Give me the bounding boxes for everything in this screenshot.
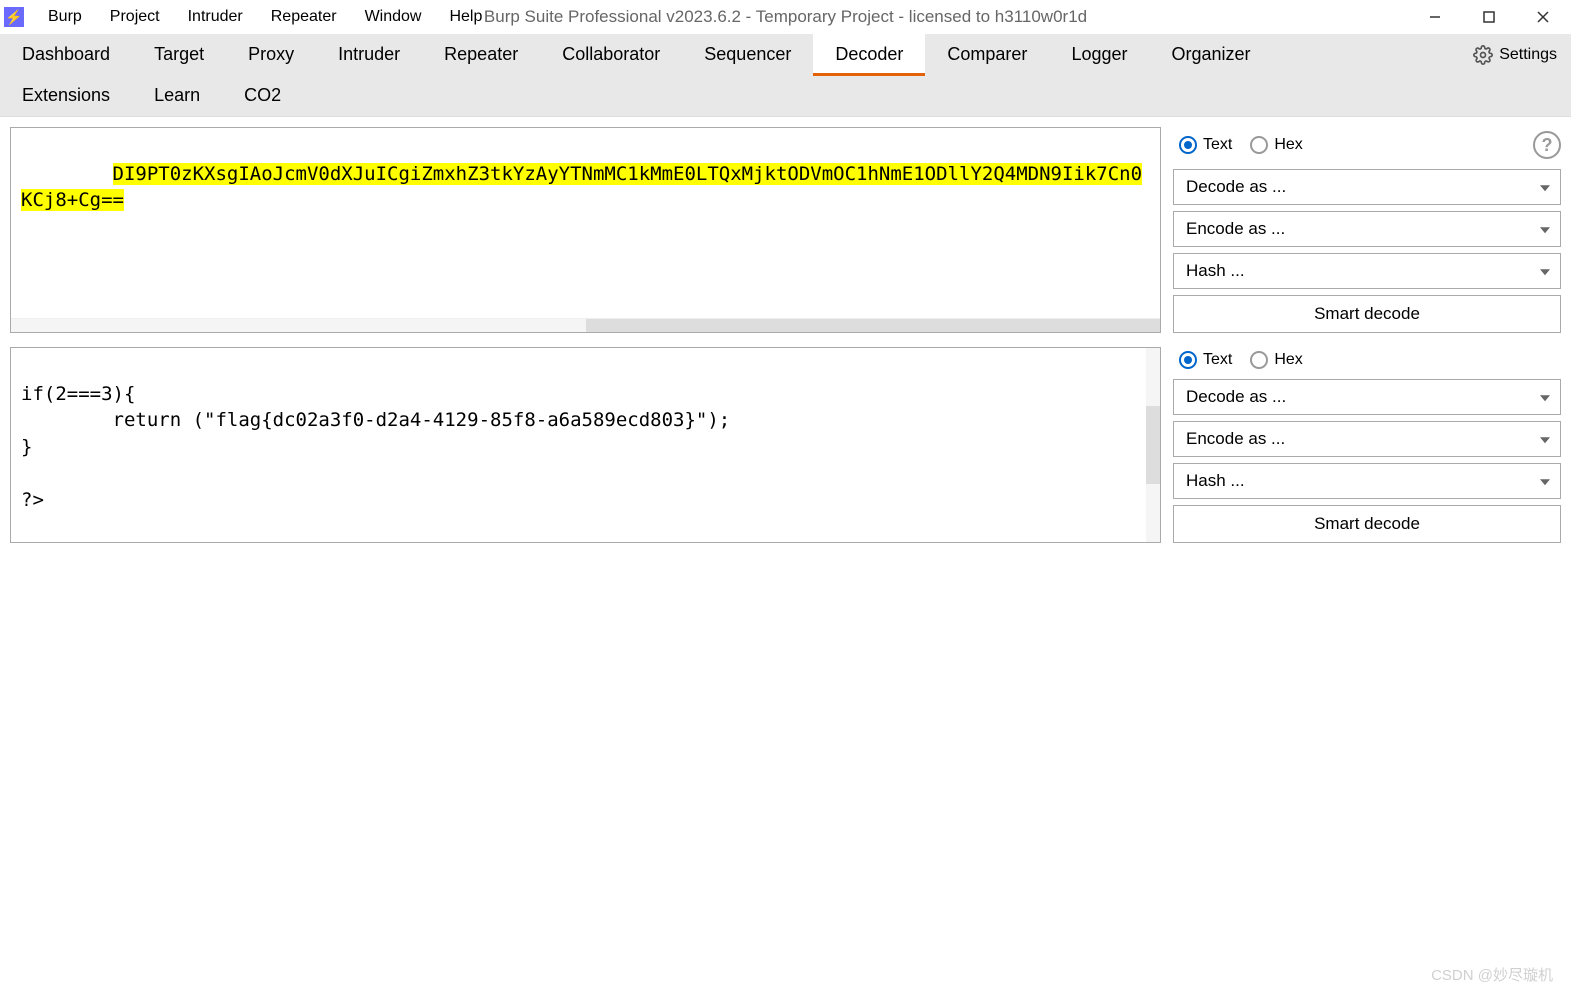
tab-comparer[interactable]: Comparer (925, 34, 1049, 75)
watermark: CSDN @妙尽璇机 (1431, 964, 1553, 985)
main-tabs: Dashboard Target Proxy Intruder Repeater… (0, 34, 1571, 117)
radio-dot-selected-icon (1179, 136, 1197, 154)
radio-dot-icon (1250, 136, 1268, 154)
tab-collaborator[interactable]: Collaborator (540, 34, 682, 75)
tab-logger[interactable]: Logger (1049, 34, 1149, 75)
window-controls (1421, 3, 1567, 31)
tab-settings[interactable]: Settings (1459, 35, 1571, 75)
decode-as-dropdown[interactable]: Decode as ... (1173, 169, 1561, 205)
decoder-segment-1: DI9PT0zKXsgIAoJcmV0dXJuICgiZmxhZ3tkYzAyY… (10, 127, 1561, 333)
decode-as-dropdown[interactable]: Decode as ... (1173, 379, 1561, 415)
smart-decode-button[interactable]: Smart decode (1173, 505, 1561, 543)
hash-dropdown[interactable]: Hash ... (1173, 253, 1561, 289)
decoder-controls-2: Text Hex Decode as ... Encode as ... Has… (1173, 347, 1561, 543)
gear-icon (1473, 45, 1493, 65)
hscrollbar[interactable] (11, 318, 1160, 332)
tab-decoder[interactable]: Decoder (813, 34, 925, 75)
format-radio-row: Text Hex (1173, 351, 1561, 369)
decoder-segment-2: if(2===3){ return ("flag{dc02a3f0-d2a4-4… (10, 347, 1561, 543)
format-radio-row: Text Hex ? (1173, 131, 1561, 159)
maximize-button[interactable] (1475, 3, 1503, 31)
menu-window[interactable]: Window (351, 4, 436, 30)
radio-hex[interactable]: Hex (1250, 351, 1302, 369)
tab-extensions[interactable]: Extensions (0, 75, 132, 116)
tab-organizer[interactable]: Organizer (1150, 34, 1273, 75)
tab-co2[interactable]: CO2 (222, 75, 303, 116)
menu-repeater[interactable]: Repeater (257, 4, 351, 30)
radio-text[interactable]: Text (1179, 136, 1232, 154)
menu-project[interactable]: Project (96, 4, 174, 30)
close-button[interactable] (1529, 3, 1557, 31)
decoder-output-2[interactable]: if(2===3){ return ("flag{dc02a3f0-d2a4-4… (10, 347, 1161, 543)
window-title: Burp Suite Professional v2023.6.2 - Temp… (484, 7, 1087, 27)
decoder-input-1-text[interactable]: DI9PT0zKXsgIAoJcmV0dXJuICgiZmxhZ3tkYzAyY… (21, 163, 1142, 212)
tab-intruder[interactable]: Intruder (316, 34, 422, 75)
tab-sequencer[interactable]: Sequencer (682, 34, 813, 75)
decoder-input-1-body[interactable]: DI9PT0zKXsgIAoJcmV0dXJuICgiZmxhZ3tkYzAyY… (11, 128, 1160, 318)
tab-learn[interactable]: Learn (132, 75, 222, 116)
settings-label: Settings (1499, 46, 1557, 64)
hash-dropdown[interactable]: Hash ... (1173, 463, 1561, 499)
decoder-controls-1: Text Hex ? Decode as ... Encode as ... H… (1173, 127, 1561, 333)
tab-repeater[interactable]: Repeater (422, 34, 540, 75)
encode-as-dropdown[interactable]: Encode as ... (1173, 421, 1561, 457)
app-icon: ⚡ (4, 7, 24, 27)
minimize-button[interactable] (1421, 3, 1449, 31)
radio-dot-selected-icon (1179, 351, 1197, 369)
decoder-pane: DI9PT0zKXsgIAoJcmV0dXJuICgiZmxhZ3tkYzAyY… (0, 117, 1571, 543)
radio-hex[interactable]: Hex (1250, 136, 1302, 154)
encode-as-dropdown[interactable]: Encode as ... (1173, 211, 1561, 247)
tab-dashboard[interactable]: Dashboard (0, 34, 132, 75)
radio-dot-icon (1250, 351, 1268, 369)
tab-proxy[interactable]: Proxy (226, 34, 316, 75)
decoder-input-1[interactable]: DI9PT0zKXsgIAoJcmV0dXJuICgiZmxhZ3tkYzAyY… (10, 127, 1161, 333)
help-icon[interactable]: ? (1533, 131, 1561, 159)
smart-decode-button[interactable]: Smart decode (1173, 295, 1561, 333)
vscrollbar[interactable] (1146, 348, 1160, 542)
tab-target[interactable]: Target (132, 34, 226, 75)
menu-burp[interactable]: Burp (34, 4, 96, 30)
titlebar: ⚡ Burp Project Intruder Repeater Window … (0, 0, 1571, 34)
menu-bar: Burp Project Intruder Repeater Window He… (34, 4, 496, 30)
menu-intruder[interactable]: Intruder (174, 4, 257, 30)
decoder-output-2-text[interactable]: if(2===3){ return ("flag{dc02a3f0-d2a4-4… (11, 348, 1160, 542)
radio-text[interactable]: Text (1179, 351, 1232, 369)
